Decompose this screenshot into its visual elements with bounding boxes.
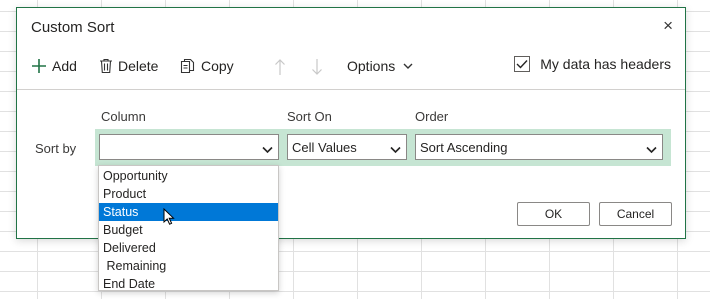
arrow-up-icon <box>274 58 286 76</box>
toolbar-divider <box>17 89 685 90</box>
column-header: Column <box>101 109 146 124</box>
order-header: Order <box>415 109 449 124</box>
toolbar: Add Delete Copy Options My data has head… <box>31 56 671 78</box>
options-label: Options <box>347 58 396 74</box>
my-data-has-headers-checkbox[interactable]: My data has headers <box>514 56 671 72</box>
cancel-button[interactable]: Cancel <box>599 202 672 226</box>
column-dropdown-list: Opportunity Product Status Budget Delive… <box>98 165 279 291</box>
ok-button[interactable]: OK <box>517 202 590 226</box>
add-label: Add <box>52 58 77 74</box>
arrow-down-icon <box>311 58 323 76</box>
delete-level-button[interactable]: Delete <box>99 58 158 74</box>
dropdown-item-end-date[interactable]: End Date <box>99 275 278 293</box>
sort-on-select[interactable]: Cell Values <box>287 134 407 160</box>
column-select[interactable] <box>99 134 279 160</box>
headers-label: My data has headers <box>540 56 671 72</box>
order-select-value: Sort Ascending <box>420 139 508 155</box>
sort-on-header: Sort On <box>287 109 332 124</box>
mouse-pointer-icon <box>163 207 175 231</box>
chevron-down-icon <box>403 63 413 70</box>
delete-label: Delete <box>118 58 159 74</box>
plus-icon <box>31 58 47 74</box>
dropdown-item-product[interactable]: Product <box>99 185 278 203</box>
close-icon[interactable]: × <box>663 16 673 36</box>
move-down-button[interactable] <box>311 58 323 76</box>
chevron-down-icon <box>390 142 401 157</box>
dropdown-item-remaining[interactable]: Remaining <box>99 257 278 275</box>
copy-label: Copy <box>201 58 234 74</box>
dropdown-item-status[interactable]: Status <box>99 203 278 221</box>
dropdown-item-budget[interactable]: Budget <box>99 221 278 239</box>
add-level-button[interactable]: Add <box>31 58 77 74</box>
order-select[interactable]: Sort Ascending <box>415 134 663 160</box>
sort-on-select-value: Cell Values <box>292 139 357 155</box>
chevron-down-icon <box>262 142 273 157</box>
copy-level-button[interactable]: Copy <box>180 58 234 74</box>
trash-icon <box>99 58 113 74</box>
options-button[interactable]: Options <box>347 58 413 74</box>
dropdown-item-opportunity[interactable]: Opportunity <box>99 167 278 185</box>
dialog-title: Custom Sort <box>31 19 115 36</box>
chevron-down-icon <box>646 142 657 157</box>
copy-icon <box>180 58 196 74</box>
dropdown-item-delivered[interactable]: Delivered <box>99 239 278 257</box>
move-up-button[interactable] <box>274 58 286 76</box>
checkmark-icon <box>514 56 531 72</box>
sort-by-label: Sort by <box>35 141 77 156</box>
